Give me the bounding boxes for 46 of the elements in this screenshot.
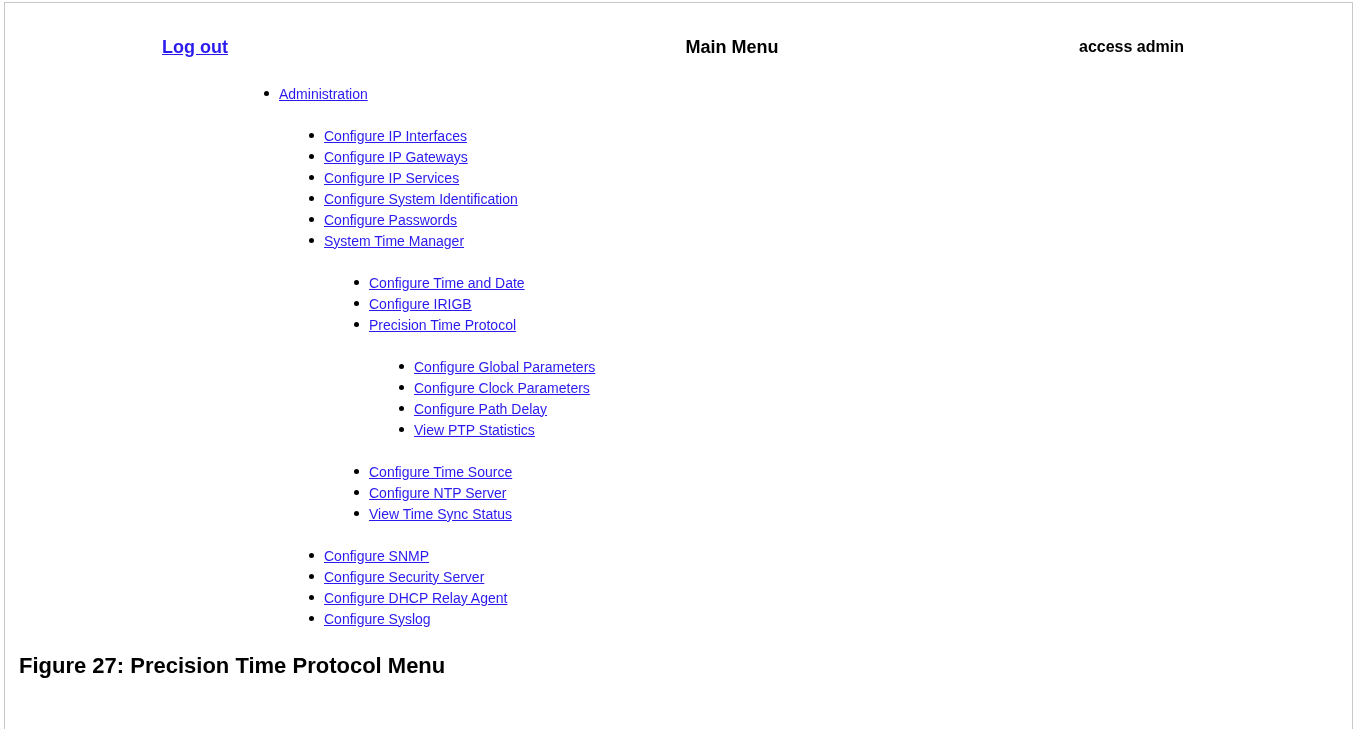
menu-link[interactable]: Configure Clock Parameters [414, 379, 590, 396]
menu-link[interactable]: Configure IP Interfaces [324, 127, 467, 144]
menu-link[interactable]: Configure IP Gateways [324, 148, 468, 165]
bullet-icon [309, 595, 314, 600]
bullet-icon [309, 175, 314, 180]
bullet-icon [354, 322, 359, 327]
menu-link[interactable]: Configure System Identification [324, 190, 518, 207]
bullet-icon [354, 301, 359, 306]
bullet-icon [354, 490, 359, 495]
menu-link[interactable]: Configure IP Services [324, 169, 460, 186]
bullet-icon [309, 217, 314, 222]
bullet-icon [264, 91, 269, 96]
bullet-icon [309, 616, 314, 621]
figure-caption: Figure 27: Precision Time Protocol Menu [19, 653, 447, 679]
menu-link[interactable]: Configure SNMP [324, 547, 430, 564]
bullet-icon [309, 154, 314, 159]
menu-link[interactable]: Configure Syslog [324, 610, 431, 627]
menu-link[interactable]: Configure NTP Server [369, 484, 507, 501]
menu-link[interactable]: Administration [279, 85, 368, 102]
user-label: access admin [1079, 38, 1185, 56]
bullet-icon [309, 553, 314, 558]
menu-link[interactable]: Configure Time and Date [369, 274, 525, 291]
menu-link[interactable]: View Time Sync Status [369, 505, 512, 522]
bullet-icon [399, 364, 404, 369]
menu-link[interactable]: Precision Time Protocol [369, 316, 517, 333]
menu-link[interactable]: Configure DHCP Relay Agent [324, 589, 508, 606]
bullet-icon [309, 574, 314, 579]
bullet-icon [399, 427, 404, 432]
bullet-icon [354, 511, 359, 516]
bullet-icon [309, 196, 314, 201]
bullet-icon [354, 280, 359, 285]
bullet-icon [399, 385, 404, 390]
bullet-icon [399, 406, 404, 411]
logout-link[interactable]: Log out [162, 36, 228, 58]
page-title: Main Menu [685, 36, 779, 58]
menu-link[interactable]: Configure Path Delay [414, 400, 548, 417]
menu-link[interactable]: Configure Security Server [324, 568, 485, 585]
menu-link[interactable]: View PTP Statistics [414, 421, 535, 438]
menu-link[interactable]: System Time Manager [324, 232, 465, 249]
menu-link[interactable]: Configure IRIGB [369, 295, 472, 312]
menu-link[interactable]: Configure Time Source [369, 463, 513, 480]
bullet-icon [309, 133, 314, 138]
bullet-icon [354, 469, 359, 474]
menu-link[interactable]: Configure Global Parameters [414, 358, 596, 375]
bullet-icon [309, 238, 314, 243]
menu-link[interactable]: Configure Passwords [324, 211, 458, 228]
